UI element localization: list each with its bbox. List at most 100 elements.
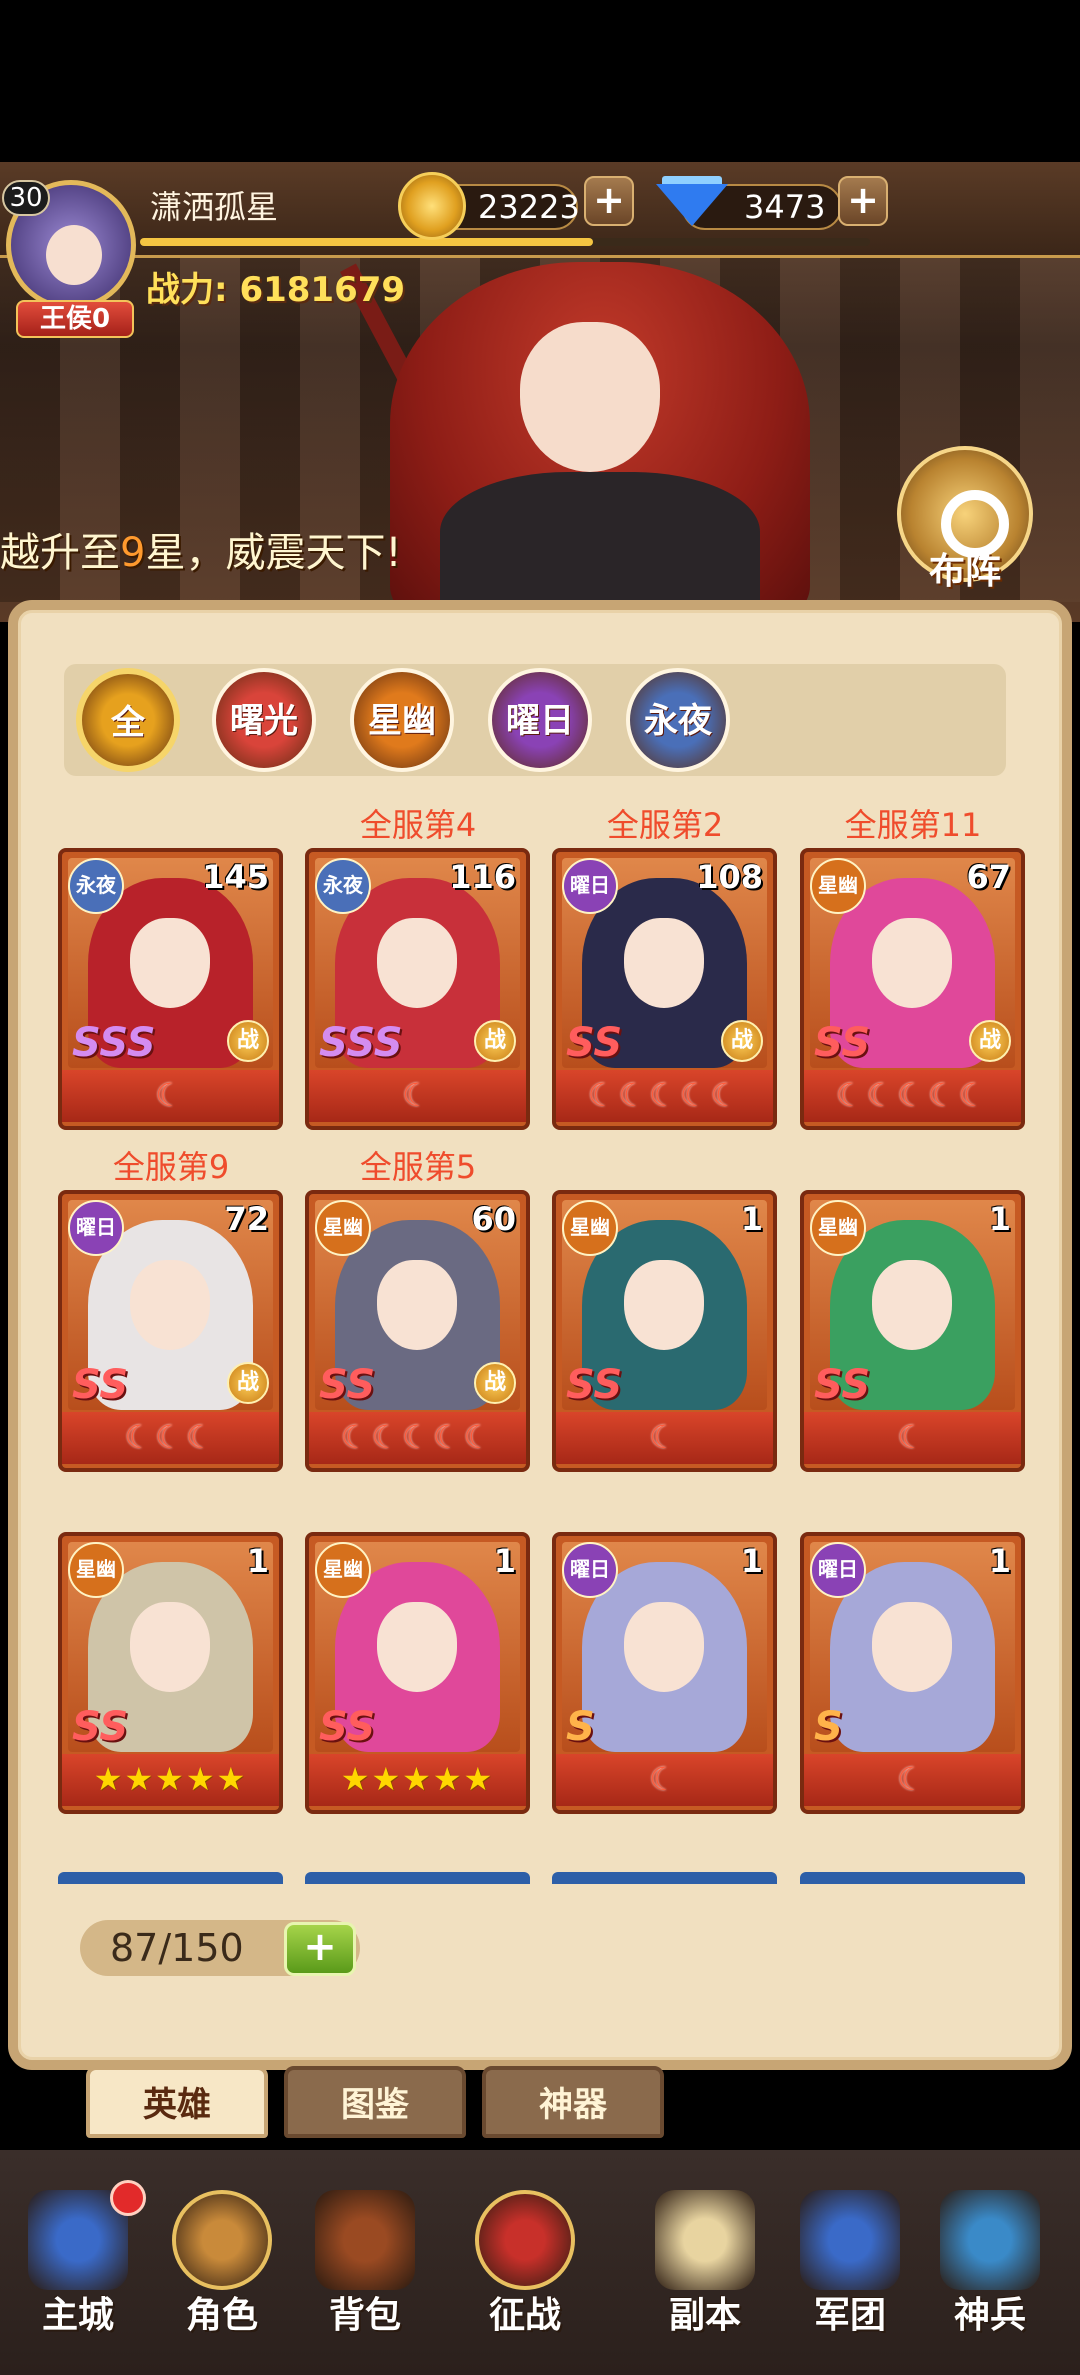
- hero-grade: S: [566, 1704, 595, 1750]
- expand-capacity-button[interactable]: +: [284, 1922, 356, 1976]
- hero-grade: SS: [566, 1020, 623, 1066]
- character-icon: [172, 2190, 272, 2290]
- hero-face: [872, 1602, 952, 1692]
- combat-power-value: 6181679: [239, 270, 406, 310]
- backpack-icon: [315, 2190, 415, 2290]
- hero-grade: SSS: [319, 1020, 403, 1066]
- hero-card[interactable]: 星幽 1 SS ☾: [800, 1190, 1025, 1472]
- faction-badge-icon: 曜日: [68, 1200, 124, 1256]
- hero-card[interactable]: 星幽 1 SS ★★★★★: [58, 1532, 283, 1814]
- hero-card[interactable]: 曜日 1 S ☾: [800, 1532, 1025, 1814]
- faction-filter-3[interactable]: 曜日: [488, 668, 592, 772]
- faction-badge-icon: 曜日: [562, 858, 618, 914]
- experience-bar-fill: [140, 238, 593, 246]
- hero-stars: ☾: [155, 1076, 186, 1114]
- hero-grade: SS: [814, 1362, 871, 1408]
- hero-star-row: ☾☾☾☾☾: [804, 1070, 1021, 1122]
- hero-stars: ★★★★★: [340, 1760, 495, 1798]
- hero-grade: S: [814, 1704, 843, 1750]
- hero-card[interactable]: 曜日 72 SS 战 ☾☾☾: [58, 1190, 283, 1472]
- nav-item-1[interactable]: 角色: [162, 2190, 282, 2340]
- hero-level: 145: [202, 858, 269, 896]
- formation-button[interactable]: 布阵: [895, 446, 1035, 596]
- nav-item-6[interactable]: 神兵: [930, 2190, 1050, 2340]
- hero-card[interactable]: 曜日 1 S ☾: [552, 1532, 777, 1814]
- tab-1[interactable]: 图鉴: [284, 2066, 466, 2138]
- nav-item-4[interactable]: 副本: [645, 2190, 765, 2340]
- server-rank-label: 全服第9: [112, 1148, 230, 1186]
- next-row-card-edge: [305, 1872, 530, 1884]
- hero-grade: SS: [319, 1362, 376, 1408]
- hero-level: 1: [988, 1200, 1011, 1238]
- hero-card[interactable]: 星幽 1 SS ☾: [552, 1190, 777, 1472]
- player-level-badge: 30: [2, 180, 50, 216]
- hammer-icon: [940, 2190, 1040, 2290]
- hero-face: [624, 918, 704, 1008]
- notification-dot: [110, 2180, 146, 2216]
- marquee-text-2: 星，威震天下!: [145, 530, 402, 576]
- faction-filter-2[interactable]: 星幽: [350, 668, 454, 772]
- hero-card[interactable]: 星幽 60 SS 战 ☾☾☾☾☾: [305, 1190, 530, 1472]
- gem-resource: 3473: [652, 172, 862, 238]
- hero-level: 108: [696, 858, 763, 896]
- hero-grade: SS: [72, 1362, 129, 1408]
- in-battle-badge-icon: 战: [227, 1362, 269, 1404]
- tab-0[interactable]: 英雄: [86, 2066, 268, 2138]
- server-rank-label: 全服第11: [844, 806, 982, 844]
- add-gem-button[interactable]: +: [838, 176, 888, 226]
- hero-card[interactable]: 永夜 145 SSS 战 ☾: [58, 848, 283, 1130]
- hero-star-row: ★★★★★: [62, 1754, 279, 1806]
- hero-card[interactable]: 曜日 108 SS 战 ☾☾☾☾☾: [552, 848, 777, 1130]
- nav-label: 军团: [813, 2295, 886, 2336]
- faction-badge-icon: 星幽: [68, 1542, 124, 1598]
- hero-face: [872, 918, 952, 1008]
- formation-label: 布阵: [928, 551, 1001, 592]
- next-row-card-edge: [800, 1872, 1025, 1884]
- hero-stars: ☾: [897, 1760, 928, 1798]
- next-row-card-edge: [552, 1872, 777, 1884]
- hero-face: [377, 1602, 457, 1692]
- next-row-card-edge: [58, 1872, 283, 1884]
- hero-stars: ☾: [897, 1418, 928, 1456]
- in-battle-badge-icon: 战: [227, 1020, 269, 1062]
- faction-filter-1[interactable]: 曙光: [212, 668, 316, 772]
- gem-body: [656, 184, 728, 226]
- nav-item-2[interactable]: 背包: [305, 2190, 425, 2340]
- diamond-icon: [652, 172, 728, 240]
- hero-star-row: ★★★★★: [309, 1754, 526, 1806]
- add-gold-button[interactable]: +: [584, 176, 634, 226]
- status-bar-area: [0, 0, 1080, 162]
- hero-grade: SS: [72, 1704, 129, 1750]
- faction-filter-0[interactable]: 全: [76, 668, 180, 772]
- hero-grade: SS: [566, 1362, 623, 1408]
- legion-icon: [800, 2190, 900, 2290]
- hero-face: [130, 1260, 210, 1350]
- faction-badge-icon: 星幽: [810, 1200, 866, 1256]
- server-rank-label: 全服第5: [359, 1148, 477, 1186]
- hero-level: 60: [471, 1200, 516, 1238]
- hero-stars: ☾: [402, 1076, 433, 1114]
- faction-badge-icon: 永夜: [315, 858, 371, 914]
- faction-filter-4[interactable]: 永夜: [626, 668, 730, 772]
- hero-star-row: ☾: [556, 1754, 773, 1806]
- faction-badge-icon: 星幽: [562, 1200, 618, 1256]
- hero-card[interactable]: 星幽 1 SS ★★★★★: [305, 1532, 530, 1814]
- nav-item-3[interactable]: 征战: [465, 2190, 585, 2340]
- tab-2[interactable]: 神器: [482, 2066, 664, 2138]
- nav-label: 角色: [185, 2295, 258, 2336]
- scroll-icon: [655, 2190, 755, 2290]
- marquee-text-1: 越升至: [0, 530, 120, 576]
- faction-badge-icon: 星幽: [315, 1542, 371, 1598]
- hero-star-row: ☾: [804, 1754, 1021, 1806]
- experience-bar: [140, 238, 870, 246]
- hero-card[interactable]: 星幽 67 SS 战 ☾☾☾☾☾: [800, 848, 1025, 1130]
- combat-power: 战力: 6181679: [146, 262, 405, 311]
- hero-stars: ☾☾☾☾☾: [587, 1076, 742, 1114]
- nav-item-5[interactable]: 军团: [790, 2190, 910, 2340]
- player-name: 潇洒孤星: [150, 188, 279, 226]
- featured-hero-illustration: [330, 262, 850, 622]
- hero-card[interactable]: 永夜 116 SSS 战 ☾: [305, 848, 530, 1130]
- faction-badge-icon: 星幽: [315, 1200, 371, 1256]
- faction-badge-icon: 星幽: [810, 858, 866, 914]
- nav-label: 神兵: [953, 2295, 1026, 2336]
